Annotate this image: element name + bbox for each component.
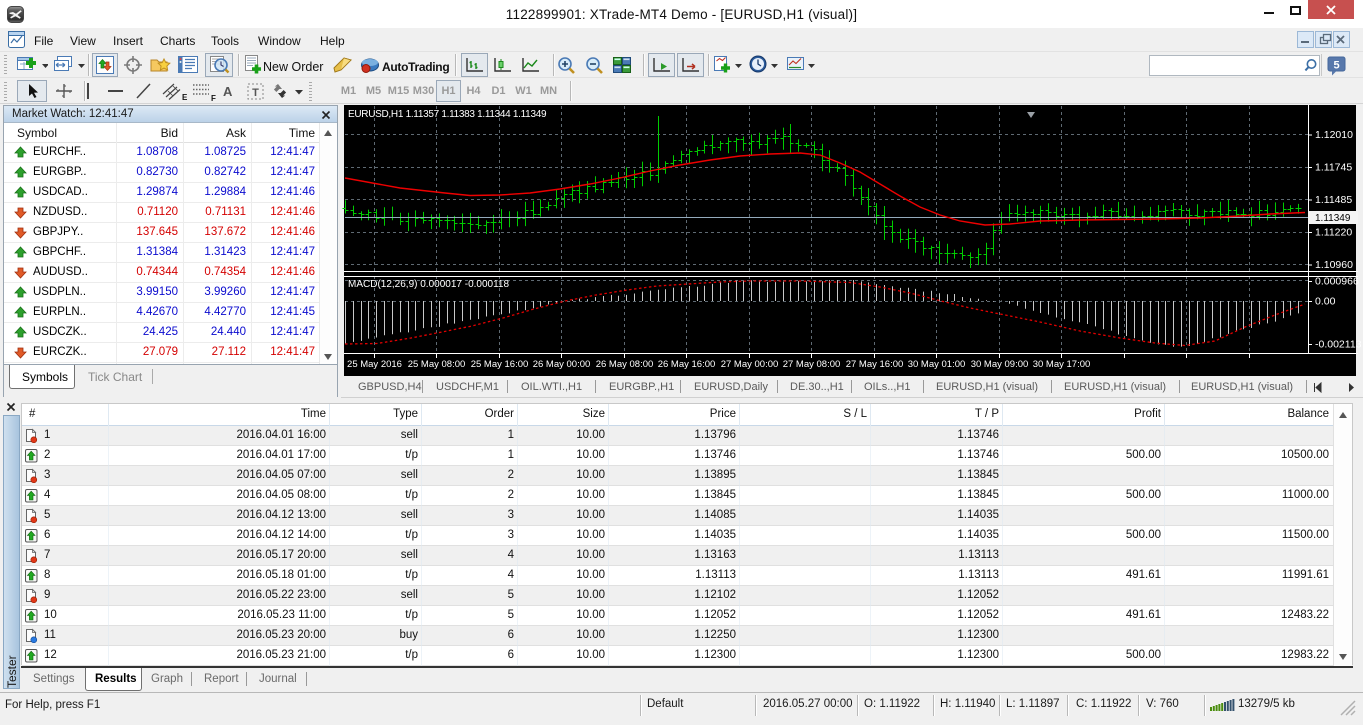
- svg-text:27 May 16:00: 27 May 16:00: [846, 359, 904, 370]
- svg-text:F: F: [211, 94, 216, 102]
- svg-text:1.11220: 1.11220: [1315, 227, 1352, 239]
- svg-text:0.00: 0.00: [1315, 296, 1336, 308]
- svg-text:30 May 17:00: 30 May 17:00: [1033, 359, 1091, 370]
- svg-text:-0.002113: -0.002113: [1315, 339, 1362, 351]
- svg-text:25 May 08:00: 25 May 08:00: [408, 359, 466, 370]
- svg-text:1.11349: 1.11349: [1315, 213, 1351, 224]
- svg-text:0.000966: 0.000966: [1315, 276, 1359, 288]
- svg-text:30 May 09:00: 30 May 09:00: [971, 359, 1029, 370]
- svg-text:T: T: [252, 87, 259, 99]
- svg-text:25 May 16:00: 25 May 16:00: [471, 359, 529, 370]
- svg-text:1.11485: 1.11485: [1315, 194, 1352, 206]
- svg-text:1.12010: 1.12010: [1315, 129, 1353, 141]
- svg-text:27 May 00:00: 27 May 00:00: [721, 359, 779, 370]
- svg-text:26 May 08:00: 26 May 08:00: [596, 359, 654, 370]
- svg-text:25 May 2016: 25 May 2016: [347, 359, 402, 370]
- svg-text:26 May 16:00: 26 May 16:00: [658, 359, 716, 370]
- svg-text:EURUSD,H1 1.11357 1.11383 1.1: EURUSD,H1 1.11357 1.11383 1.11344 1.1134…: [348, 109, 547, 120]
- svg-text:30 May 01:00: 30 May 01:00: [908, 359, 966, 370]
- svg-text:5: 5: [1333, 60, 1339, 72]
- svg-text:1.11745: 1.11745: [1315, 162, 1352, 174]
- svg-text:MACD(12,26,9) 0.000017 -0.0001: MACD(12,26,9) 0.000017 -0.000118: [348, 279, 509, 290]
- svg-text:26 May 00:00: 26 May 00:00: [533, 359, 591, 370]
- svg-text:1.10960: 1.10960: [1315, 259, 1353, 271]
- svg-text:27 May 08:00: 27 May 08:00: [783, 359, 841, 370]
- svg-text:E: E: [182, 93, 188, 102]
